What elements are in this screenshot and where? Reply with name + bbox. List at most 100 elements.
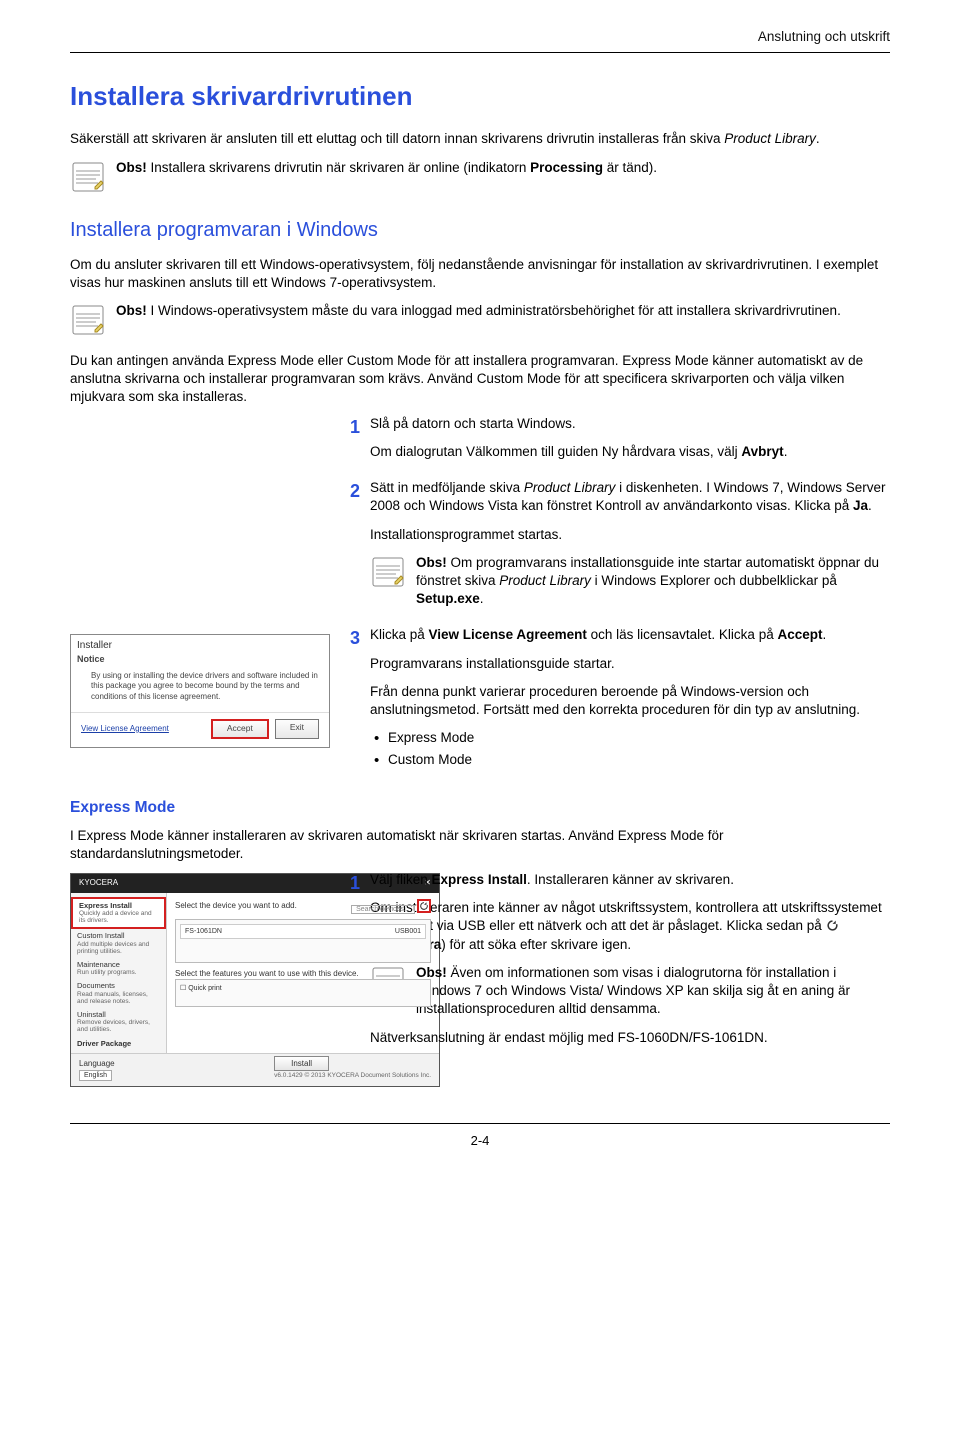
feature-list[interactable]: ☐ Quick print <box>175 979 431 1007</box>
step-2-note-label: Obs! <box>416 555 451 570</box>
express-step-1-figure: KYOCERA ✕ Express Install Quickly add a … <box>70 871 340 1087</box>
exp-step1-p2-b: ) för att söka efter skrivare igen. <box>441 937 631 952</box>
express-step-1-number: 1 <box>340 871 370 895</box>
note-icon <box>70 159 106 195</box>
express-mode-heading: Express Mode <box>70 798 890 819</box>
step-2-p2: Installationsprogrammet startas. <box>370 526 890 544</box>
step-3-p1-bold1: View License Agreement <box>429 627 587 642</box>
step-2-body: Sätt in medföljande skiva Product Librar… <box>370 479 890 618</box>
refresh-icon[interactable] <box>417 899 431 913</box>
step-1-p2-b: . <box>784 444 788 459</box>
step-1-body: Slå på datorn och starta Windows. Om dia… <box>370 415 890 471</box>
sidebar-item-express[interactable]: Express Install Quickly add a device and… <box>71 897 166 930</box>
footer-rule <box>70 1123 890 1124</box>
notice-dialog-subtitle: Notice <box>71 653 329 671</box>
chapter-heading: Installera skrivardrivrutinen <box>70 79 890 114</box>
exp-step1-note: Obs! Även om informationen som visas i d… <box>370 964 890 1019</box>
exp-step1-p1: Välj fliken Express Install. Installerar… <box>370 871 890 889</box>
step-3-p1-b: och läs licensavtalet. Klicka på <box>587 627 778 642</box>
install-steps: 1 Slå på datorn och starta Windows. Om d… <box>70 415 890 774</box>
sidebar-docs-label: Documents <box>77 982 160 990</box>
installer-copyright: v6.0.1429 © 2013 KYOCERA Document Soluti… <box>274 1072 431 1079</box>
exp-step1-note-body: Även om informationen som visas i dialog… <box>416 965 850 1016</box>
sidebar-item-maintenance[interactable]: Maintenance Run utility programs. <box>71 958 166 979</box>
step-3-figure: Installer Notice By using or installing … <box>70 626 340 747</box>
feature-quick-print-label: Quick print <box>188 985 221 992</box>
step-1-p2: Om dialogrutan Välkommen till guiden Ny … <box>370 443 890 461</box>
step-2-p1-italic: Product Library <box>524 480 616 495</box>
windows-modes-paragraph: Du kan antingen använda Express Mode ell… <box>70 352 890 407</box>
step-2-note: Obs! Om programvarans installationsguide… <box>370 554 890 609</box>
step-1-p2-a: Om dialogrutan Välkommen till guiden Ny … <box>370 444 741 459</box>
step-1: 1 Slå på datorn och starta Windows. Om d… <box>70 415 890 471</box>
search-input[interactable]: Search devices... <box>351 905 415 914</box>
installer-brand: KYOCERA <box>79 878 118 889</box>
view-license-link[interactable]: View License Agreement <box>81 724 169 735</box>
notice-dialog-body: By using or installing the device driver… <box>71 671 329 712</box>
notice-dialog: Installer Notice By using or installing … <box>70 634 330 747</box>
step-3-p1: Klicka på View License Agreement och läs… <box>370 626 890 644</box>
sidebar-item-documents[interactable]: Documents Read manuals, licenses, and re… <box>71 979 166 1008</box>
step-2-note-text: Obs! Om programvarans installationsguide… <box>416 554 890 609</box>
step-3-p1-a: Klicka på <box>370 627 429 642</box>
step-2-note-b: i Windows Explorer och dubbelklickar på <box>591 573 837 588</box>
installer-main: Select the device you want to add. Searc… <box>167 893 439 1054</box>
language-select[interactable]: English <box>79 1070 112 1081</box>
sidebar-custom-label: Custom Install <box>77 932 160 940</box>
main-prompt-1: Select the device you want to add. <box>175 901 297 912</box>
install-button[interactable]: Install <box>274 1056 329 1071</box>
note-1-b: är tänd). <box>603 160 657 175</box>
step-2-p1-c: . <box>868 498 872 513</box>
step-2-note-italic: Product Library <box>499 573 591 588</box>
intro-paragraph: Säkerställ att skrivaren är ansluten til… <box>70 130 890 148</box>
step-1-number: 1 <box>340 415 370 439</box>
note-icon <box>70 302 106 338</box>
express-steps: KYOCERA ✕ Express Install Quickly add a … <box>70 871 890 1087</box>
sidebar-docs-desc: Read manuals, licenses, and release note… <box>77 991 160 1005</box>
windows-intro: Om du ansluter skrivaren till ett Window… <box>70 256 890 292</box>
accept-button[interactable]: Accept <box>211 719 269 738</box>
step-3-p1-bold2: Accept <box>777 627 822 642</box>
sidebar-maint-label: Maintenance <box>77 961 160 969</box>
sidebar-uninst-desc: Remove devices, drivers, and utilities. <box>77 1019 160 1033</box>
sidebar-item-custom[interactable]: Custom Install Add multiple devices and … <box>71 929 166 958</box>
page-number: 2-4 <box>70 1132 890 1150</box>
intro-text-b: . <box>816 131 820 146</box>
express-step-1: KYOCERA ✕ Express Install Quickly add a … <box>70 871 890 1087</box>
step-2-note-bold: Setup.exe <box>416 591 480 606</box>
exp-step1-p2-a: Om installeraren inte känner av något ut… <box>370 900 882 933</box>
section-heading-windows: Installera programvaran i Windows <box>70 217 890 244</box>
step-3-p1-c: . <box>822 627 826 642</box>
note-2-body: I Windows-operativsystem måste du vara i… <box>151 303 841 318</box>
refresh-icon <box>826 919 839 932</box>
note-1-text: Obs! Installera skrivarens drivrutin när… <box>116 159 890 177</box>
device-list[interactable]: FS-1061DN USB001 <box>175 919 431 963</box>
step-2-p1-bold: Ja <box>853 498 868 513</box>
sidebar-express-label: Express Install <box>79 902 158 910</box>
feature-quick-print[interactable]: ☐ Quick print <box>180 984 426 993</box>
exp-step1-p1-a: Välj fliken <box>370 872 432 887</box>
sidebar-driver-package: Driver Package <box>71 1036 166 1049</box>
note-1-bold: Processing <box>530 160 603 175</box>
express-step-1-body: Välj fliken Express Install. Installerar… <box>370 871 890 1057</box>
sidebar-uninst-label: Uninstall <box>77 1011 160 1019</box>
language-label: Language <box>79 1059 115 1068</box>
exit-button[interactable]: Exit <box>275 719 319 738</box>
exp-step1-p2: Om installeraren inte känner av något ut… <box>370 899 890 954</box>
device-port: USB001 <box>395 927 421 936</box>
step-2-p1: Sätt in medföljande skiva Product Librar… <box>370 479 890 515</box>
device-name: FS-1061DN <box>185 927 222 936</box>
exp-step1-p1-b: . Installeraren känner av skrivaren. <box>527 872 734 887</box>
step-3-bullets: Express Mode Custom Mode <box>370 729 890 769</box>
step-1-p1: Slå på datorn och starta Windows. <box>370 415 890 433</box>
device-list-item[interactable]: FS-1061DN USB001 <box>180 924 426 939</box>
note-2-text: Obs! I Windows-operativsystem måste du v… <box>116 302 890 320</box>
installer-sidebar: Express Install Quickly add a device and… <box>71 893 167 1054</box>
main-prompt-2: Select the features you want to use with… <box>175 969 431 980</box>
bullet-custom: Custom Mode <box>370 751 890 769</box>
sidebar-item-uninstall[interactable]: Uninstall Remove devices, drivers, and u… <box>71 1008 166 1037</box>
step-3-p3: Från denna punkt varierar proceduren ber… <box>370 683 890 719</box>
intro-italic: Product Library <box>724 131 816 146</box>
sidebar-maint-desc: Run utility programs. <box>77 969 160 976</box>
intro-text-a: Säkerställ att skrivaren är ansluten til… <box>70 131 724 146</box>
